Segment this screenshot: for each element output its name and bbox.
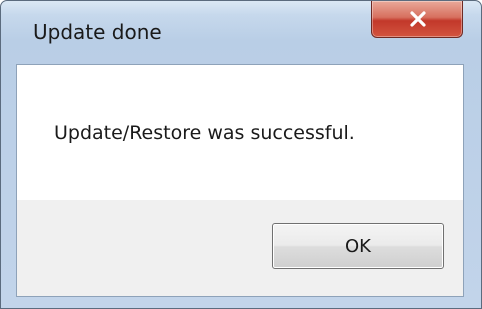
button-bar: OK bbox=[17, 200, 463, 296]
dialog-message: Update/Restore was successful. bbox=[54, 122, 355, 144]
window-title: Update done bbox=[33, 20, 162, 44]
close-button[interactable] bbox=[371, 1, 463, 38]
dialog-body: Update/Restore was successful. OK bbox=[16, 64, 464, 297]
title-bar[interactable]: Update done bbox=[1, 1, 481, 61]
ok-button[interactable]: OK bbox=[272, 223, 444, 269]
close-x-icon bbox=[410, 11, 426, 27]
dialog-window: Update done Update/Restore was successfu… bbox=[0, 0, 482, 309]
